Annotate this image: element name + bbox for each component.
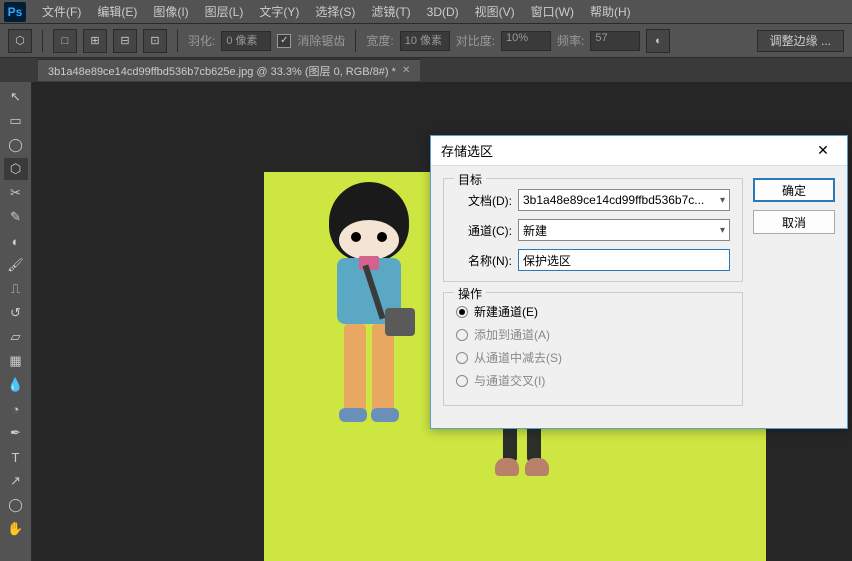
contrast-label: 对比度:	[456, 32, 495, 49]
dialog-title: 存储选区	[441, 141, 493, 160]
document-select-value: 3b1a48e89ce14cd99ffbd536b7c...	[523, 193, 704, 207]
menu-select[interactable]: 选择(S)	[307, 3, 363, 20]
radio-icon	[456, 375, 468, 387]
chevron-down-icon: ▾	[720, 225, 725, 236]
brush-tool-icon[interactable]: 🖌	[4, 254, 28, 276]
move-tool-icon[interactable]: ↖	[4, 86, 28, 108]
hand-tool-icon[interactable]: ✋	[4, 518, 28, 540]
feather-input[interactable]: 0 像素	[221, 31, 271, 51]
menu-3d[interactable]: 3D(D)	[419, 5, 467, 19]
type-tool-icon[interactable]: T	[4, 446, 28, 468]
stamp-tool-icon[interactable]: ⎍	[4, 278, 28, 300]
op-subtract-from-channel: 从通道中减去(S)	[456, 349, 730, 366]
op-label: 从通道中减去(S)	[474, 349, 562, 366]
save-selection-dialog: 存储选区 ✕ 目标 文档(D): 3b1a48e89ce14cd99ffbd53…	[430, 135, 848, 429]
path-tool-icon[interactable]: ↗	[4, 470, 28, 492]
history-brush-tool-icon[interactable]: ↺	[4, 302, 28, 324]
operation-fieldset: 操作 新建通道(E) 添加到通道(A) 从通道中减去(S) 与通道交叉(I)	[443, 292, 743, 406]
tab-title: 3b1a48e89ce14cd99ffbd536b7cb625e.jpg @ 3…	[48, 63, 396, 79]
radio-icon	[456, 306, 468, 318]
channel-select[interactable]: 新建 ▾	[518, 219, 730, 241]
gradient-tool-icon[interactable]: ▦	[4, 350, 28, 372]
illustration-character-1	[304, 182, 434, 422]
menu-filter[interactable]: 滤镜(T)	[363, 3, 418, 20]
app-logo: Ps	[4, 2, 26, 22]
selection-add-icon[interactable]: ⊞	[83, 29, 107, 53]
feather-label: 羽化:	[188, 32, 215, 49]
name-input[interactable]	[518, 249, 730, 271]
eraser-tool-icon[interactable]: ▱	[4, 326, 28, 348]
menubar: Ps 文件(F) 编辑(E) 图像(I) 图层(L) 文字(Y) 选择(S) 滤…	[0, 0, 852, 24]
menu-image[interactable]: 图像(I)	[145, 3, 196, 20]
radio-icon	[456, 352, 468, 364]
magnetic-lasso-tool-icon[interactable]: ⬡	[4, 158, 28, 180]
options-bar: ⬡ □ ⊞ ⊟ ⊡ 羽化: 0 像素 ✓ 消除锯齿 宽度: 10 像素 对比度:…	[0, 24, 852, 58]
freq-input[interactable]: 57	[590, 31, 640, 51]
contrast-input[interactable]: 10%	[501, 31, 551, 51]
healing-tool-icon[interactable]: ◐	[4, 230, 28, 252]
chevron-down-icon: ▾	[720, 195, 725, 206]
document-tab[interactable]: 3b1a48e89ce14cd99ffbd536b7cb625e.jpg @ 3…	[38, 59, 420, 81]
ok-button[interactable]: 确定	[753, 178, 835, 202]
op-label: 与通道交叉(I)	[474, 372, 545, 389]
dialog-titlebar[interactable]: 存储选区 ✕	[431, 136, 847, 166]
freq-label: 频率:	[557, 32, 584, 49]
lasso-tool-icon[interactable]: ◯	[4, 134, 28, 156]
name-label: 名称(N):	[456, 252, 512, 269]
tab-close-icon[interactable]: ✕	[402, 65, 410, 76]
operation-legend: 操作	[454, 285, 486, 302]
blur-tool-icon[interactable]: 💧	[4, 374, 28, 396]
op-add-to-channel: 添加到通道(A)	[456, 326, 730, 343]
pen-pressure-icon[interactable]: ◐	[646, 29, 670, 53]
menu-file[interactable]: 文件(F)	[34, 3, 89, 20]
toolbox: ↖ ▭ ◯ ⬡ ✂ ✎ ◐ 🖌 ⎍ ↺ ▱ ▦ 💧 ◔ ✒ T ↗ ◯ ✋	[0, 82, 32, 561]
width-input[interactable]: 10 像素	[400, 31, 450, 51]
dialog-close-icon[interactable]: ✕	[809, 141, 837, 161]
menu-layer[interactable]: 图层(L)	[197, 3, 252, 20]
dodge-tool-icon[interactable]: ◔	[4, 398, 28, 420]
crop-tool-icon[interactable]: ✂	[4, 182, 28, 204]
antialias-label: 消除锯齿	[297, 32, 345, 49]
menu-edit[interactable]: 编辑(E)	[89, 3, 145, 20]
menu-view[interactable]: 视图(V)	[467, 3, 523, 20]
target-fieldset: 目标 文档(D): 3b1a48e89ce14cd99ffbd536b7c...…	[443, 178, 743, 282]
eyedropper-tool-icon[interactable]: ✎	[4, 206, 28, 228]
radio-icon	[456, 329, 468, 341]
current-tool-icon[interactable]: ⬡	[8, 29, 32, 53]
menu-help[interactable]: 帮助(H)	[582, 3, 639, 20]
shape-tool-icon[interactable]: ◯	[4, 494, 28, 516]
marquee-tool-icon[interactable]: ▭	[4, 110, 28, 132]
op-intersect-channel: 与通道交叉(I)	[456, 372, 730, 389]
menu-type[interactable]: 文字(Y)	[251, 3, 307, 20]
op-label: 新建通道(E)	[474, 303, 538, 320]
selection-new-icon[interactable]: □	[53, 29, 77, 53]
document-select[interactable]: 3b1a48e89ce14cd99ffbd536b7c... ▾	[518, 189, 730, 211]
channel-select-value: 新建	[523, 222, 547, 239]
op-label: 添加到通道(A)	[474, 326, 550, 343]
channel-label: 通道(C):	[456, 222, 512, 239]
refine-edge-button[interactable]: 调整边缘 ...	[757, 30, 844, 52]
cancel-button[interactable]: 取消	[753, 210, 835, 234]
document-label: 文档(D):	[456, 192, 512, 209]
width-label: 宽度:	[366, 32, 393, 49]
target-legend: 目标	[454, 171, 486, 188]
op-new-channel[interactable]: 新建通道(E)	[456, 303, 730, 320]
antialias-checkbox[interactable]: ✓	[277, 34, 291, 48]
document-tabbar: 3b1a48e89ce14cd99ffbd536b7cb625e.jpg @ 3…	[0, 58, 852, 82]
selection-subtract-icon[interactable]: ⊟	[113, 29, 137, 53]
menu-window[interactable]: 窗口(W)	[523, 3, 582, 20]
pen-tool-icon[interactable]: ✒	[4, 422, 28, 444]
selection-intersect-icon[interactable]: ⊡	[143, 29, 167, 53]
